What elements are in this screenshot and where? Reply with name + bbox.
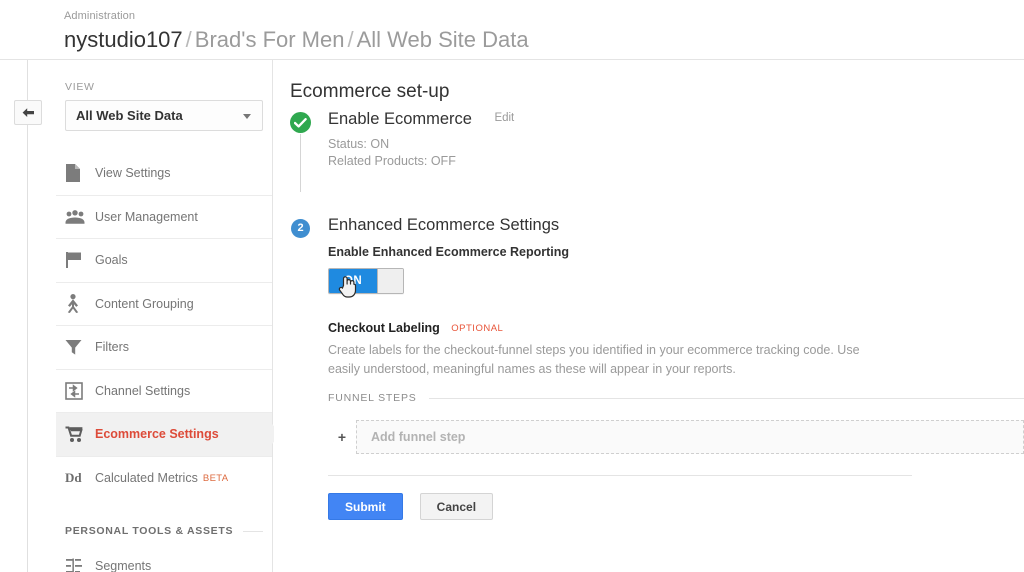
sidebar-item-label: Segments (95, 559, 152, 572)
funnel-filter-icon (65, 339, 95, 356)
sidebar-item-segments[interactable]: Segments (56, 545, 272, 572)
sidebar-item-calculated-metrics[interactable]: Dd Calculated Metrics BETA (56, 457, 272, 501)
check-circle-icon (290, 112, 311, 133)
breadcrumb-property[interactable]: Brad's For Men (195, 27, 345, 52)
sidebar-section-label: PERSONAL TOOLS & ASSETS (65, 525, 234, 537)
view-label: VIEW (65, 81, 95, 93)
related-products-line: Related Products: OFF (328, 154, 456, 168)
page-header: Administration nystudio107/Brad's For Me… (0, 0, 1024, 60)
person-walking-icon (65, 294, 95, 314)
chevron-down-icon (243, 114, 251, 119)
step1-title: Enable Ecommerce (328, 110, 472, 128)
funnel-steps-header: FUNNEL STEPS (328, 392, 1024, 404)
enhanced-reporting-label: Enable Enhanced Ecommerce Reporting (328, 245, 570, 259)
step-enable-ecommerce: Enable Ecommerce Edit Status: ON Related… (290, 110, 1024, 170)
beta-badge: BETA (202, 472, 229, 484)
sidebar-item-label: Ecommerce Settings (95, 427, 219, 442)
sidebar-section-personal-tools: PERSONAL TOOLS & ASSETS (65, 525, 272, 537)
sidebar-nav: View Settings User Management Goals Cont… (56, 152, 281, 572)
sidebar-item-user-management[interactable]: User Management (56, 196, 272, 239)
add-funnel-step-placeholder: Add funnel step (371, 430, 466, 444)
view-select-value: All Web Site Data (76, 108, 183, 123)
actions-divider (328, 475, 912, 476)
segments-icon (65, 558, 95, 572)
document-icon (65, 164, 95, 183)
breadcrumb-separator-1: / (185, 27, 192, 52)
main-content: Ecommerce set-up Enable Ecommerce Edit S… (274, 60, 1024, 572)
step-number-badge: 2 (291, 219, 310, 238)
sidebar-item-goals[interactable]: Goals (56, 239, 272, 283)
optional-badge: OPTIONAL (451, 323, 504, 334)
admin-page: Administration nystudio107/Brad's For Me… (0, 0, 1024, 572)
sidebar-item-label: Filters (95, 340, 130, 355)
sidebar-item-label: Goals (95, 253, 128, 268)
checkout-labeling-description: Create labels for the checkout-funnel st… (328, 343, 860, 376)
sidebar-item-label: User Management (95, 209, 198, 224)
toggle-on-label: ON (329, 269, 377, 293)
funnel-steps-label: FUNNEL STEPS (328, 392, 417, 404)
plus-icon[interactable]: + (328, 429, 356, 445)
enhanced-ecommerce-toggle[interactable]: ON (328, 268, 404, 294)
breadcrumb-view[interactable]: All Web Site Data (357, 27, 529, 52)
add-funnel-step-input[interactable]: Add funnel step (356, 420, 1024, 454)
funnel-rule (428, 397, 1024, 399)
setup-steps: Enable Ecommerce Edit Status: ON Related… (290, 110, 1024, 520)
section-rule (243, 530, 263, 532)
checkout-labeling-header: Checkout Labeling OPTIONAL (328, 319, 1024, 337)
breadcrumb: nystudio107/Brad's For Men / All Web Site … (64, 26, 529, 54)
sidebar-item-filters[interactable]: Filters (56, 326, 272, 370)
back-button[interactable] (14, 100, 42, 125)
edit-link[interactable]: Edit (494, 112, 514, 124)
breadcrumb-separator-2: / (347, 27, 354, 52)
shopping-cart-icon (65, 426, 95, 443)
channel-arrows-icon (65, 381, 95, 400)
step2-title: Enhanced Ecommerce Settings (328, 216, 560, 234)
submit-button[interactable]: Submit (328, 493, 403, 520)
sidebar-item-ecommerce-settings[interactable]: Ecommerce Settings (56, 413, 281, 457)
status-line: Status: ON (328, 137, 390, 151)
step-enhanced-ecommerce-settings: 2 Enhanced Ecommerce Settings Enable Enh… (290, 216, 1024, 520)
step-number: 2 (297, 222, 304, 234)
toggle-knob (377, 269, 403, 293)
view-select[interactable]: All Web Site Data (65, 100, 263, 131)
back-arrow-icon (21, 107, 36, 119)
dd-text-icon: Dd (65, 470, 82, 486)
funnel-step-row: + Add funnel step (328, 420, 1024, 454)
sidebar-item-label: View Settings (95, 166, 171, 181)
cancel-button[interactable]: Cancel (419, 493, 494, 520)
sidebar-item-label: Calculated Metrics (95, 471, 198, 486)
admin-label: Administration (64, 10, 136, 22)
step1-status: Status: ON Related Products: OFF (328, 136, 1024, 170)
sidebar-item-label: Channel Settings (95, 383, 191, 398)
checkout-labeling-title: Checkout Labeling (328, 321, 440, 335)
flag-icon (65, 251, 95, 269)
people-icon (65, 209, 95, 224)
left-rail-divider (27, 60, 28, 572)
form-actions: Submit Cancel (328, 493, 1024, 520)
breadcrumb-account[interactable]: nystudio107 (64, 27, 183, 52)
sidebar-item-view-settings[interactable]: View Settings (56, 152, 272, 196)
sidebar-item-label: Content Grouping (95, 296, 194, 311)
header-inner: Administration nystudio107/Brad's For Me… (64, 9, 529, 54)
sidebar: VIEW All Web Site Data View Settings Use… (56, 60, 281, 572)
page-title: Ecommerce set-up (290, 81, 450, 102)
sidebar-item-channel-settings[interactable]: Channel Settings (56, 370, 272, 413)
sidebar-item-content-grouping[interactable]: Content Grouping (56, 283, 272, 326)
